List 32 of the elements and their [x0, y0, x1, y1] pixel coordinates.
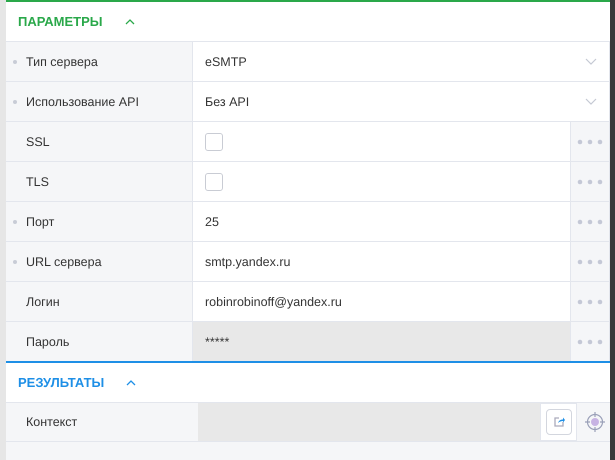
select-field[interactable]: eSMTP — [192, 42, 610, 81]
field-label: TLS — [26, 174, 49, 188]
section-title: РЕЗУЛЬТАТЫ — [18, 375, 104, 390]
input-field[interactable]: robinrobinoff@yandex.ru — [192, 282, 571, 321]
collapse-caret-icon[interactable] — [124, 18, 134, 24]
ellipsis-icon — [577, 338, 603, 344]
select-field[interactable]: Без API — [192, 82, 610, 121]
share-icon — [552, 416, 564, 428]
ellipsis-icon — [577, 298, 603, 304]
ellipsis-icon — [577, 218, 603, 224]
field-label: Тип сервера — [26, 54, 98, 68]
field-label: Использование API — [26, 94, 139, 108]
open-button[interactable] — [540, 403, 577, 441]
target-icon[interactable] — [585, 412, 605, 432]
ellipsis-icon — [577, 258, 603, 264]
ellipsis-icon — [577, 178, 603, 184]
checkbox[interactable] — [205, 132, 223, 150]
field-label: Пароль — [26, 334, 70, 348]
field-label: SSL — [26, 134, 50, 148]
password-field: ***** — [192, 322, 571, 361]
input-field[interactable]: smtp.yandex.ru — [192, 242, 571, 281]
ellipsis-icon — [577, 138, 603, 144]
collapse-caret-icon[interactable] — [126, 380, 136, 386]
dropdown-chevron-icon — [585, 98, 597, 105]
field-label: Контекст — [26, 415, 78, 429]
checkbox[interactable] — [205, 172, 223, 190]
field-label: Порт — [26, 214, 54, 228]
input-field[interactable]: 25 — [192, 202, 571, 241]
field-label: Логин — [26, 294, 60, 308]
field-label: URL сервера — [26, 254, 102, 268]
dropdown-chevron-icon — [585, 58, 597, 65]
section-title: ПАРАМЕТРЫ — [18, 14, 102, 29]
